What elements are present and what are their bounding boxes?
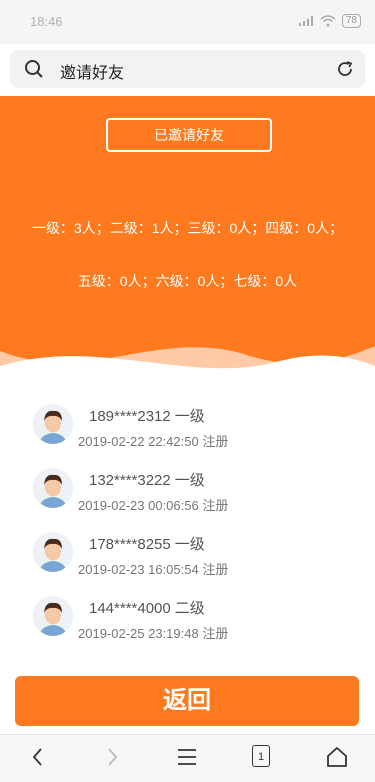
avatar bbox=[33, 596, 73, 636]
invited-friends-button[interactable]: 已邀请好友 bbox=[106, 118, 272, 152]
status-icons: 78 bbox=[298, 14, 361, 28]
list-item[interactable]: 189****2312 一级 2019-02-22 22:42:50 注册 bbox=[0, 400, 375, 464]
wave-decoration bbox=[0, 346, 375, 386]
avatar bbox=[33, 404, 73, 444]
wifi-icon bbox=[320, 15, 336, 27]
browser-nav-bar: 1 bbox=[0, 734, 375, 782]
status-bar: 18:46 78 bbox=[0, 0, 375, 44]
invite-summary-banner: 已邀请好友 一级：3人；二级：1人；三级：0人；四级：0人； 五级：0人；六级：… bbox=[0, 96, 375, 386]
tabs-icon[interactable]: 1 bbox=[252, 745, 270, 767]
battery-icon: 78 bbox=[341, 14, 361, 28]
list-item[interactable]: 132****3222 一级 2019-02-23 00:06:56 注册 bbox=[0, 464, 375, 528]
invitee-register-time: 2019-02-23 16:05:54 注册 bbox=[78, 562, 229, 577]
forward-arrow-icon[interactable] bbox=[100, 745, 124, 769]
refresh-icon[interactable] bbox=[335, 59, 355, 79]
signal-icon bbox=[298, 16, 313, 26]
invited-list: 189****2312 一级 2019-02-22 22:42:50 注册 132… bbox=[0, 400, 375, 656]
level-stats-line2: 五级：0人；六级：0人；七级：0人 bbox=[77, 273, 298, 289]
status-time: 18:46 bbox=[30, 14, 63, 29]
list-item[interactable]: 144****4000 二级 2019-02-25 23:19:48 注册 bbox=[0, 592, 375, 656]
avatar bbox=[33, 532, 73, 572]
back-button[interactable]: 返回 bbox=[15, 676, 359, 726]
invitee-phone: 178****8255 一级 bbox=[89, 536, 205, 553]
home-icon[interactable] bbox=[325, 745, 349, 769]
search-bar[interactable]: 邀请好友 bbox=[10, 50, 365, 88]
avatar bbox=[33, 468, 73, 508]
invitee-register-time: 2019-02-22 22:42:50 注册 bbox=[78, 434, 229, 449]
back-arrow-icon[interactable] bbox=[26, 745, 50, 769]
invitee-phone: 189****2312 一级 bbox=[89, 408, 205, 425]
invitee-register-time: 2019-02-23 00:06:56 注册 bbox=[78, 498, 229, 513]
invitee-phone: 132****3222 一级 bbox=[89, 472, 205, 489]
level-stats-line1: 一级：3人；二级：1人；三级：0人；四级：0人； bbox=[31, 220, 344, 236]
list-item[interactable]: 178****8255 一级 2019-02-23 16:05:54 注册 bbox=[0, 528, 375, 592]
invitee-register-time: 2019-02-25 23:19:48 注册 bbox=[78, 626, 229, 641]
search-input[interactable]: 邀请好友 bbox=[60, 59, 124, 83]
menu-icon[interactable] bbox=[175, 745, 199, 769]
invitee-phone: 144****4000 二级 bbox=[89, 600, 205, 617]
search-icon[interactable] bbox=[24, 59, 44, 79]
